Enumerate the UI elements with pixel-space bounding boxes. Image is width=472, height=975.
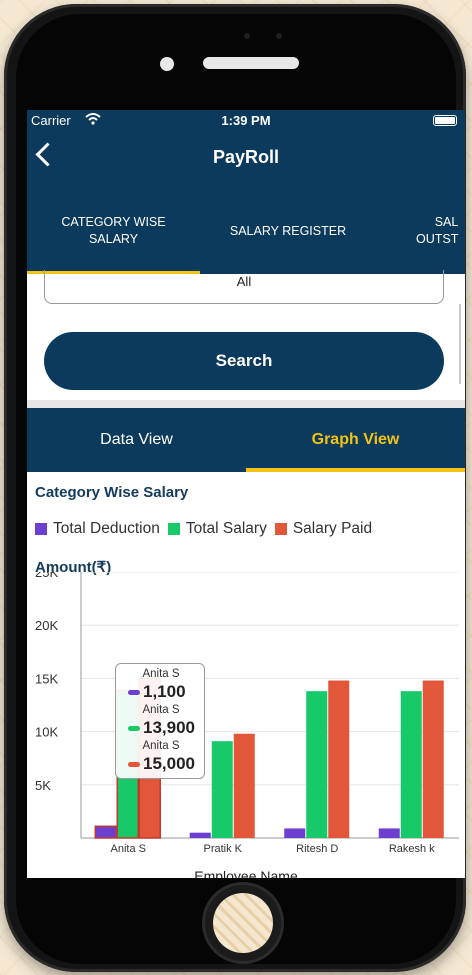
tooltip-name: Anita S [142,740,180,752]
legend-swatch [35,523,47,535]
page-title: PayRoll [212,147,280,167]
speaker-grille [203,57,299,69]
filter-panel: All Search [27,270,465,408]
battery-icon [433,115,457,126]
tab-salary-outstanding[interactable]: SAL OUTST [376,188,465,274]
legend-swatch [167,523,180,535]
legend-item-total-salary[interactable]: Total Salary [167,520,267,538]
tooltip-value-text: 13,900 [143,718,195,737]
legend-label: Total Deduction [53,520,160,537]
y-tick-label: 10K [35,725,58,740]
camera-icon [160,57,174,71]
tooltip-swatch [128,689,140,695]
y-tick-label: 25K [35,572,58,580]
tooltip-value: 13,900 [128,718,195,738]
tooltip-name: Anita S [142,704,180,716]
tooltip-item: Anita S 13,900 [116,704,206,737]
chart-panel: Category Wise Salary Total Deduction Tot… [27,472,465,878]
legend-swatch [274,523,287,535]
chart-tooltip: Anita S 1,100 Anita S 13,900 Anita S 15,… [115,663,205,779]
app-screen: Carrier 1:39 PM PayRoll CATEGORY WISE SA… [27,110,465,878]
bar-total-salary[interactable] [211,741,233,838]
employee-select[interactable]: All [44,270,444,304]
tab-data-view[interactable]: Data View [27,408,246,472]
x-tick-label: Anita S [111,843,146,855]
sensor [244,33,250,39]
view-tabs: Data View Graph View [27,408,465,472]
divider [27,400,465,408]
tooltip-value: 15,000 [128,754,195,774]
category-tabs: CATEGORY WISE SALARY SALARY REGISTER SAL… [27,188,465,274]
bar-salary-paid[interactable] [328,680,350,838]
y-tick-label: 20K [35,618,58,633]
bar-salary-paid[interactable] [233,733,255,838]
legend-label: Salary Paid [292,520,373,537]
bar-total-salary[interactable] [400,691,422,838]
scrollbar[interactable] [459,304,461,384]
tooltip-value: 1,100 [128,682,186,702]
tooltip-swatch [128,761,140,767]
bar-salary-paid[interactable] [422,680,444,838]
status-time: 1:39 PM [221,113,271,128]
tab-label: SAL OUTST [416,215,459,246]
tab-label: CATEGORY WISE SALARY [61,215,166,246]
y-tick-label: 15K [35,671,58,686]
legend-label: Total Salary [185,520,267,537]
tab-salary-register[interactable]: SALARY REGISTER [200,188,376,274]
x-tick-label: Pratik K [203,843,242,855]
home-button[interactable] [202,882,284,964]
legend-item-total-deduction[interactable]: Total Deduction [35,520,160,538]
tooltip-value-text: 15,000 [143,754,195,773]
chart-legend: Total Deduction Total Salary Salary Paid [35,520,380,538]
tooltip-value-text: 1,100 [143,682,186,701]
bar-total-deduction[interactable] [94,825,117,839]
x-tick-label: Ritesh D [296,843,338,855]
bar-total-deduction[interactable] [189,832,211,838]
search-button[interactable]: Search [44,332,444,390]
tooltip-swatch [128,725,140,731]
tooltip-item: Anita S 1,100 [116,668,206,701]
x-axis-label: Employee Name [194,868,298,878]
bar-total-salary[interactable] [306,691,328,838]
bar-total-deduction[interactable] [284,828,306,838]
tab-label: SALARY REGISTER [229,223,347,238]
legend-item-salary-paid[interactable]: Salary Paid [274,520,373,538]
sensor [276,33,282,39]
bar-total-deduction[interactable] [378,828,400,838]
chart-title: Category Wise Salary [35,484,189,501]
bar-chart[interactable]: 5K 10K 15K 20K 25K Anita S Pratik K Ritesh D Rak… [27,572,465,872]
tooltip-name: Anita S [142,668,180,680]
nav-bar: PayRoll [27,132,465,188]
y-tick-label: 5K [35,778,51,793]
tab-category-wise-salary[interactable]: CATEGORY WISE SALARY [27,188,200,274]
status-bar: Carrier 1:39 PM [27,110,465,132]
home-button-face [213,893,273,953]
tab-graph-view[interactable]: Graph View [246,408,465,472]
x-tick-label: Rakesh k [389,843,435,855]
tooltip-item: Anita S 15,000 [116,740,206,773]
